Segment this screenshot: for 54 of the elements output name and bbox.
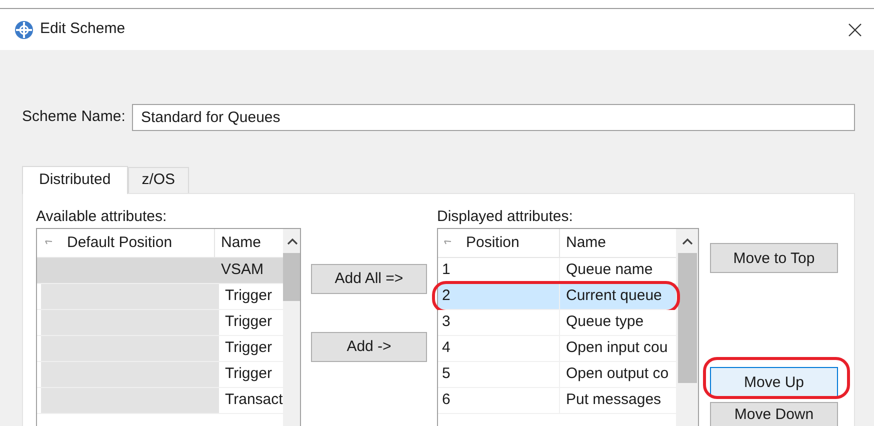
table-cell-text: Trigger [224,286,273,306]
order-button[interactable]: Move Down [710,402,838,426]
table-cell-text: Trigger [224,312,273,332]
scroll-thumb[interactable] [678,253,696,383]
column-header[interactable]: Default Position [37,229,215,257]
close-icon[interactable] [848,22,862,36]
order-button[interactable]: Move to Top [710,243,838,273]
table-cell-text: Open output co [565,364,670,384]
app-icon [14,20,34,40]
field-label: Scheme Name: [22,107,126,128]
table-row[interactable]: VSAM [37,258,283,284]
table-row[interactable]: Trigger [37,336,283,362]
tab[interactable]: Distributed [22,166,128,194]
table-cell-text: Put messages [565,390,662,410]
sort-icon [444,240,452,246]
table-row[interactable]: Trigger [37,284,283,310]
table-cell-text: Open input cou [565,338,669,358]
window-title: Edit Scheme [40,19,126,40]
order-button[interactable]: Move Up [710,367,838,397]
list-label: Available attributes: [36,207,168,227]
table-row[interactable]: 6 Put messages [438,388,676,414]
table-cell-text: Queue type [565,312,645,332]
table-row[interactable]: Trigger [37,310,283,336]
table-row[interactable]: Transact [37,388,283,414]
column-header[interactable]: Name [215,229,283,257]
table-cell: 1 [438,258,560,283]
list-label: Displayed attributes: [437,207,574,227]
scroll-up-icon[interactable] [682,238,692,245]
table-cell: 4 [438,336,560,361]
transfer-button[interactable]: Add -> [311,332,427,362]
scrollbar[interactable] [676,229,698,426]
table-row[interactable]: Trigger [37,362,283,388]
scheme-name-field[interactable]: Standard for Queues [132,104,855,131]
column-header[interactable]: Name [560,229,676,257]
table-cell-text: Current queue [565,286,663,306]
table-row[interactable]: 5 Open output co [438,362,676,388]
table-cell-text: Trigger [224,338,273,358]
scrollbar[interactable] [282,229,300,426]
scroll-thumb[interactable] [282,253,300,301]
scroll-up-icon[interactable] [286,238,298,245]
table-cell-text: Queue name [565,260,654,280]
column-header[interactable]: Position [438,229,560,257]
table-cell-text: Trigger [224,364,273,384]
sort-icon [45,240,53,246]
table-cell-text: VSAM [220,260,265,280]
table-cell-text: Transact [224,390,283,410]
table-cell: 5 [438,362,560,387]
table-row[interactable]: 3 Queue type [438,310,676,336]
table-row[interactable]: 4 Open input cou [438,336,676,362]
table-cell: 6 [438,388,560,413]
transfer-button[interactable]: Add All => [311,264,427,294]
tab[interactable]: z/OS [128,167,190,193]
table-cell: 2 [438,284,560,309]
table-cell: 3 [438,310,560,335]
